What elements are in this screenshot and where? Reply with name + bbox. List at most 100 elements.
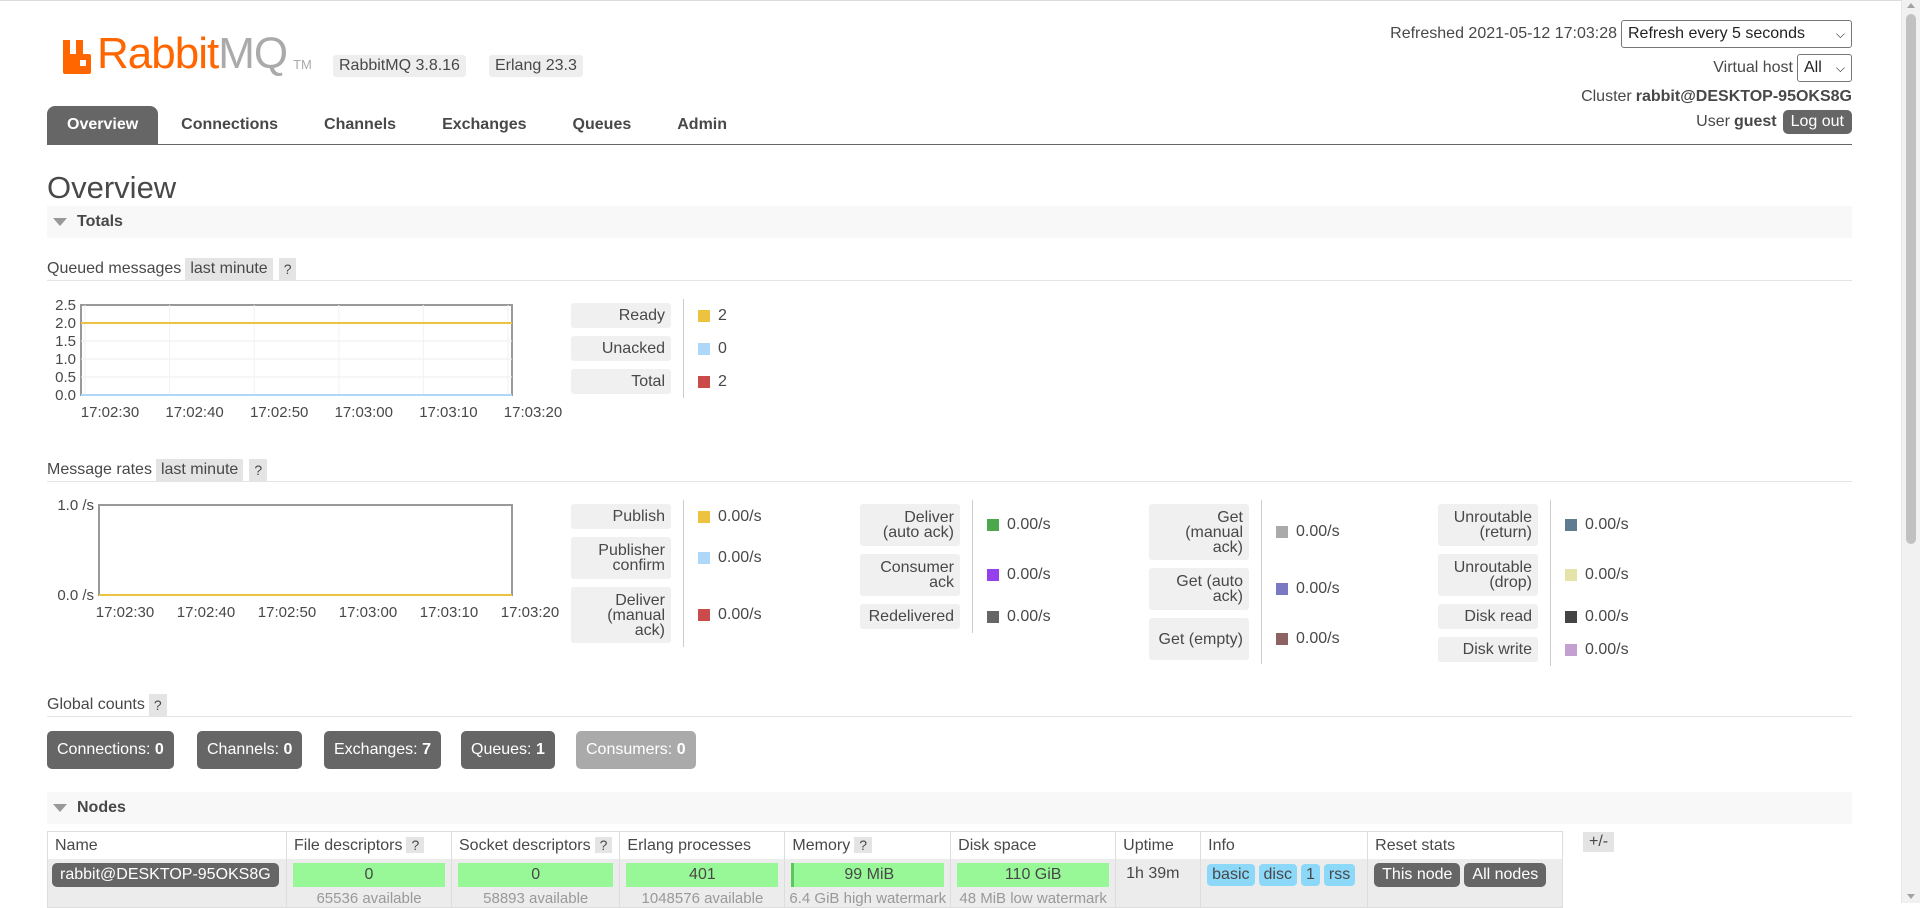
global-counts-label: Global counts	[47, 696, 145, 713]
legend-swatch	[987, 519, 999, 531]
file-descriptors-available: 65536 available	[316, 890, 422, 907]
main-nav-tabs: Overview Connections Channels Exchanges …	[47, 106, 1852, 145]
file-descriptors-help-button[interactable]: ?	[406, 836, 425, 853]
legend-value-total: 2	[698, 369, 727, 394]
legend-value-publish: 0.00/s	[698, 504, 762, 529]
node-name-link[interactable]: rabbit@DESKTOP-95OKS8G	[52, 863, 279, 887]
col-socket-descriptors-label: Socket descriptors	[459, 836, 591, 854]
legend-swatch	[698, 342, 710, 355]
col-disk-space: Disk space	[950, 831, 1117, 859]
rates-range-selector[interactable]: last minute	[155, 459, 244, 481]
message-rates-chart-svg: 0.0 /s 1.0 /s 17:02:30 17:02:40 17:02:50 17:0…	[57, 497, 559, 621]
x-tick-label: 17:03:00	[339, 604, 397, 621]
legend-label-deliver-manual-ack: Deliver (manual ack)	[571, 587, 671, 643]
x-tick-label: 17:02:30	[81, 404, 139, 421]
y-tick-label: 0.0 /s	[57, 587, 94, 604]
legend-divider	[683, 299, 684, 398]
legend-label-consumer-ack: Consumer ack	[860, 554, 960, 596]
reset-all-nodes-button[interactable]: All nodes	[1464, 863, 1547, 887]
info-tag-basic[interactable]: basic	[1207, 864, 1255, 886]
legend-swatch	[698, 375, 710, 388]
legend-value-text: 2	[718, 372, 727, 390]
disk-space-bar: 110 GiB	[957, 863, 1110, 887]
legend-label-unacked: Unacked	[571, 336, 671, 361]
col-info: Info	[1200, 831, 1369, 859]
queues-count-label: Queues:	[471, 741, 532, 758]
legend-divider	[683, 500, 684, 647]
queued-help-button[interactable]: ?	[278, 258, 297, 280]
queued-messages-chart: 0.0 0.5 1.0 1.5 2.0 2.5 17:02:30 17:02:40 17:02:…	[47, 295, 562, 425]
tab-channels[interactable]: Channels	[301, 106, 419, 144]
cluster-name: rabbit@DESKTOP-95OKS8G	[1635, 88, 1852, 105]
consumers-count-button[interactable]: Consumers: 0	[576, 731, 696, 769]
legend-swatch	[1565, 519, 1577, 531]
info-tag-count[interactable]: 1	[1300, 864, 1320, 886]
tab-exchanges[interactable]: Exchanges	[419, 106, 549, 144]
exchanges-count-label: Exchanges:	[334, 741, 418, 758]
legend-divider	[1261, 500, 1262, 664]
x-tick-label: 17:02:50	[258, 604, 316, 621]
disk-space-watermark: 48 MiB low watermark	[959, 890, 1107, 907]
reset-this-node-button[interactable]: This node	[1374, 863, 1461, 887]
x-tick-label: 17:03:10	[419, 404, 477, 421]
rates-help-button[interactable]: ?	[249, 459, 268, 481]
legend-value-deliver-manual-ack: 0.00/s	[698, 587, 762, 643]
legend-label-get-manual-ack: Get (manual ack)	[1149, 504, 1249, 560]
scrollbar-thumb[interactable]	[1906, 14, 1916, 544]
memory-cell: 99 MiB 6.4 GiB high watermark	[784, 859, 952, 908]
nodes-section-label: Nodes	[77, 799, 126, 816]
collapse-triangle-icon	[53, 803, 67, 812]
rabbitmq-logo[interactable]: Rabbit MQ TM	[61, 30, 312, 76]
legend-divider	[1550, 500, 1551, 666]
info-tag-disc[interactable]: disc	[1258, 864, 1297, 886]
x-tick-label: 17:03:20	[504, 404, 562, 421]
nodes-section-toggle[interactable]: Nodes	[47, 792, 1852, 824]
plot-area	[80, 304, 513, 396]
tab-overview[interactable]: Overview	[47, 106, 159, 144]
vertical-scrollbar[interactable]	[1901, 0, 1920, 903]
col-uptime: Uptime	[1115, 831, 1202, 859]
message-rates-header: Message rates last minute ?	[47, 459, 268, 481]
refresh-interval-select[interactable]: Refresh every 5 seconds ⌵	[1621, 20, 1852, 48]
tab-connections[interactable]: Connections	[158, 106, 301, 144]
legend-value-text: 0.00/s	[1585, 566, 1629, 583]
scroll-up-arrow-icon[interactable]	[1907, 3, 1915, 8]
legend-label-publisher-confirm: Publisher confirm	[571, 537, 671, 579]
socket-descriptors-cell: 0 58893 available	[450, 859, 621, 908]
legend-swatch	[698, 552, 710, 564]
y-tick-label: 2.5	[55, 297, 76, 314]
tab-admin[interactable]: Admin	[654, 106, 750, 144]
legend-swatch	[1276, 526, 1288, 538]
socket-descriptors-help-button[interactable]: ?	[594, 836, 613, 853]
x-tick-label: 17:02:50	[250, 404, 308, 421]
scroll-down-arrow-icon[interactable]	[1907, 894, 1915, 899]
consumers-count-label: Consumers:	[586, 741, 673, 758]
nodes-table-header: Name File descriptors? Socket descriptor…	[47, 831, 1564, 859]
erlang-version-badge: Erlang 23.3	[489, 55, 583, 77]
queues-count-value: 1	[535, 741, 545, 758]
x-tick-label: 17:02:40	[165, 404, 223, 421]
col-file-descriptors-label: File descriptors	[294, 836, 403, 854]
queues-count-button[interactable]: Queues: 1	[461, 731, 555, 769]
x-tick-label: 17:02:40	[177, 604, 235, 621]
vhost-select[interactable]: All ⌵	[1797, 54, 1852, 82]
col-reset-stats: Reset stats	[1367, 831, 1564, 859]
file-descriptors-cell: 0 65536 available	[286, 859, 452, 908]
connections-count-button[interactable]: Connections: 0	[47, 731, 174, 769]
memory-help-button[interactable]: ?	[854, 836, 872, 853]
totals-section-toggle[interactable]: Totals	[47, 206, 1852, 238]
channels-count-button[interactable]: Channels: 0	[197, 731, 303, 769]
y-tick-label: 1.0	[55, 351, 76, 368]
info-tag-rss[interactable]: rss	[1323, 864, 1356, 886]
col-memory-label: Memory	[792, 836, 851, 854]
global-counts-help-button[interactable]: ?	[148, 694, 167, 716]
exchanges-count-button[interactable]: Exchanges: 7	[324, 731, 441, 769]
cluster-label: Cluster	[1581, 88, 1632, 105]
y-tick-label: 0.5	[55, 369, 76, 386]
rabbitmq-version-badge: RabbitMQ 3.8.16	[333, 55, 466, 77]
legend-value-deliver-auto-ack: 0.00/s	[987, 504, 1051, 546]
queued-range-selector[interactable]: last minute	[185, 258, 273, 280]
chevron-down-icon: ⌵	[1835, 26, 1845, 41]
tab-queues[interactable]: Queues	[550, 106, 655, 144]
column-toggle-button[interactable]: +/-	[1583, 832, 1615, 852]
